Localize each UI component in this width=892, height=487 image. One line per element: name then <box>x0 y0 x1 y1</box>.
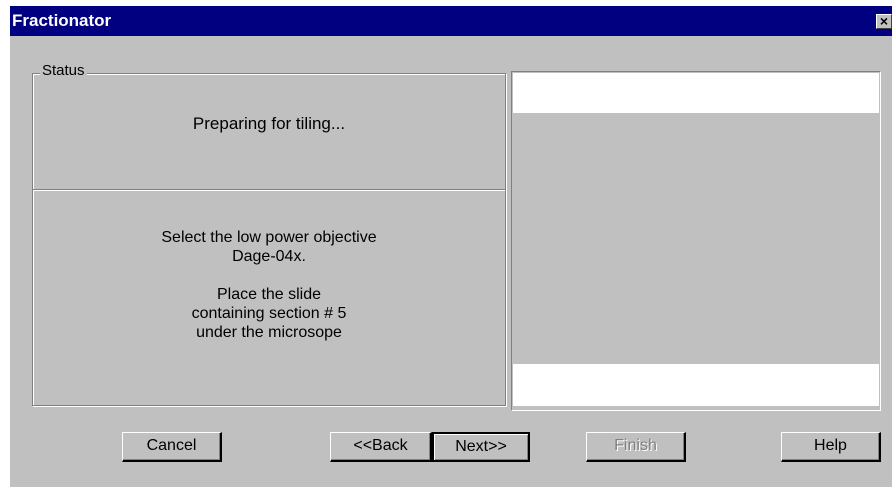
next-button[interactable]: Next>> <box>432 432 530 462</box>
instruction-text: Select the low power objective Dage-04x.… <box>33 228 505 342</box>
status-group-label: Status <box>40 62 87 79</box>
fractionator-dialog: Fractionator × Preparing for tiling... S… <box>10 6 892 487</box>
back-button[interactable]: <<Back <box>330 432 432 462</box>
help-button[interactable]: Help <box>781 432 881 462</box>
preview-panel <box>511 71 881 411</box>
title-bar[interactable]: Fractionator × <box>10 6 892 36</box>
instruction-line: under the microsope <box>196 324 342 341</box>
status-message: Preparing for tiling... <box>192 114 346 133</box>
window-title: Fractionator <box>12 11 112 30</box>
preview-top-band <box>513 73 879 113</box>
preview-bottom-band <box>513 364 879 406</box>
finish-button[interactable]: Finish <box>586 432 686 462</box>
instruction-line: Dage-04x. <box>232 248 306 265</box>
status-groupbox: Preparing for tiling... Select the low p… <box>32 73 506 406</box>
instruction-line: containing section # 5 <box>191 305 347 322</box>
instruction-line: Select the low power objective <box>161 229 377 246</box>
instruction-line: Place the slide <box>216 286 322 303</box>
cancel-button[interactable]: Cancel <box>122 432 222 462</box>
instruction-spacer <box>33 266 505 285</box>
status-pane: Preparing for tiling... <box>33 74 505 190</box>
close-icon[interactable]: × <box>876 14 892 29</box>
